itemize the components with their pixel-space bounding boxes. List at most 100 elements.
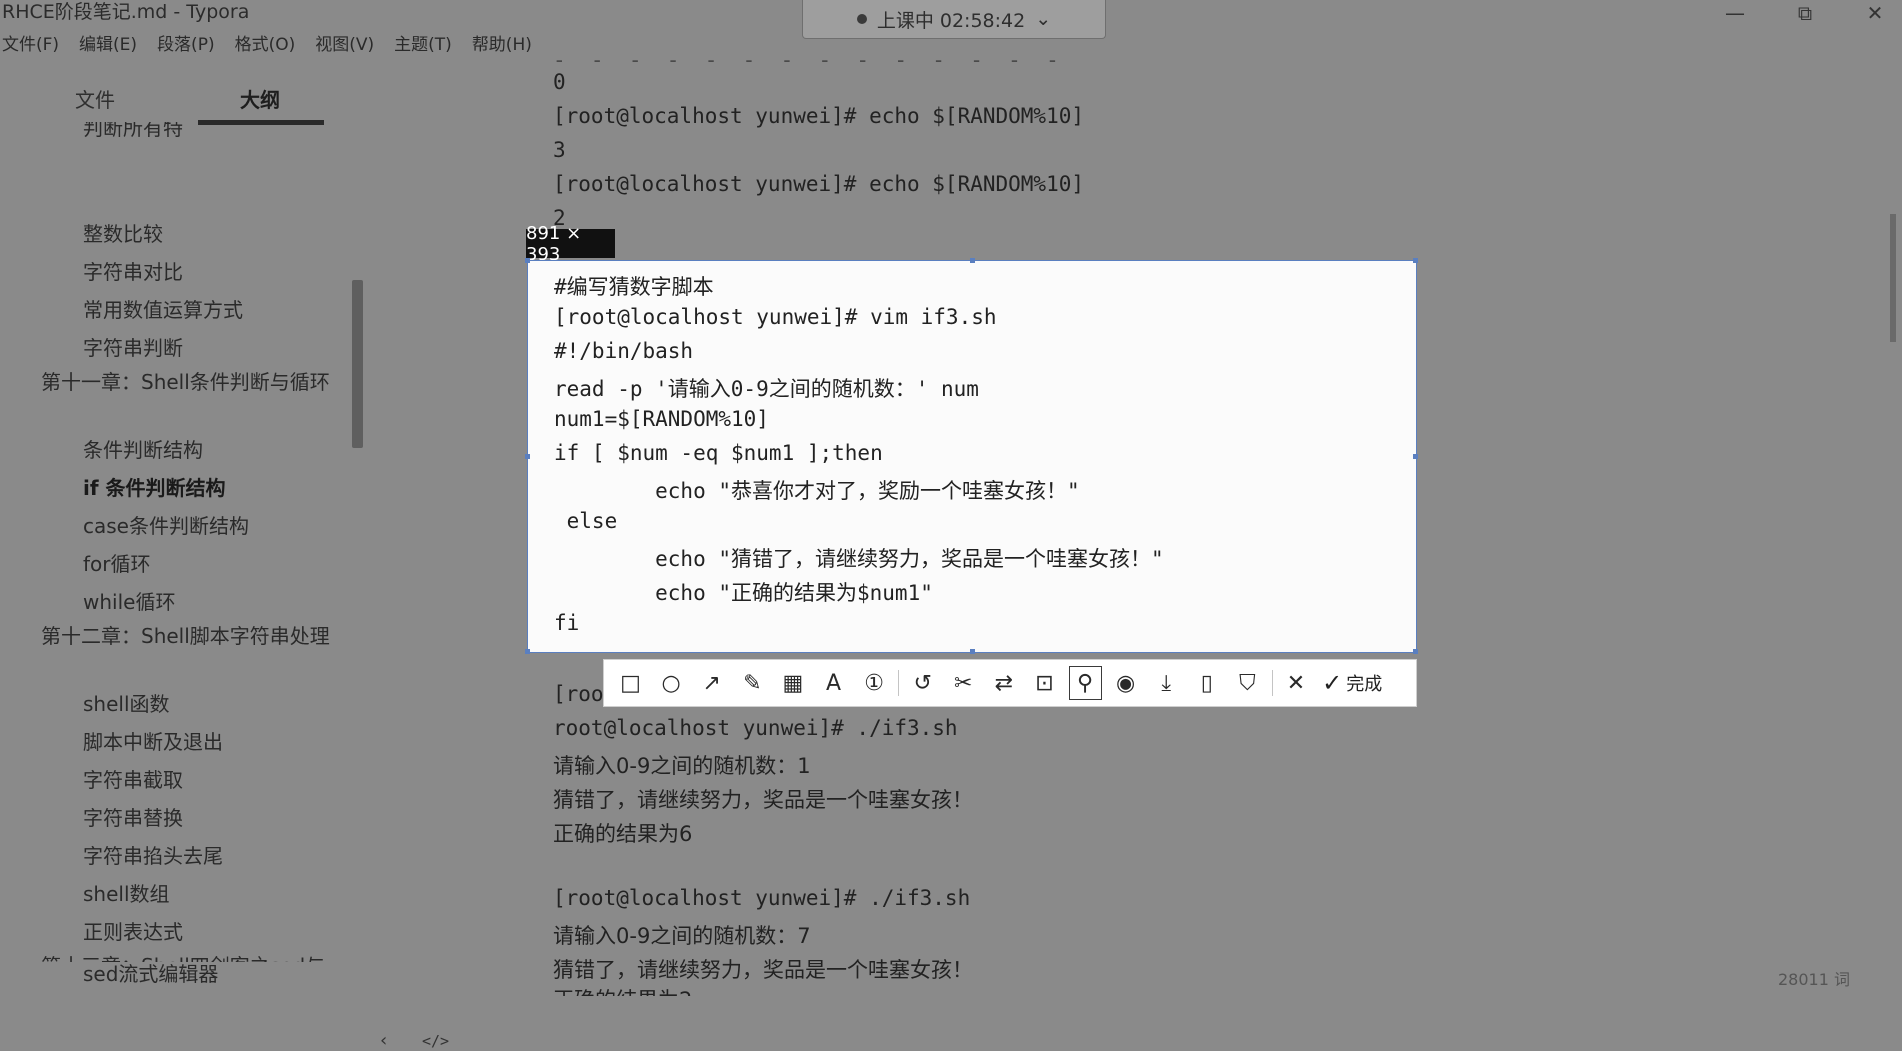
outline-item[interactable]: case条件判断结构 [83,510,249,539]
code-line: #!/bin/bash [554,339,694,363]
record-dot-icon [856,14,867,24]
outline-item[interactable]: shell数组 [83,878,170,907]
restore-button[interactable]: ⧉ [1780,0,1830,26]
outline-item[interactable]: 常用数值运算方式 [83,294,243,323]
code-line: 0 [553,70,566,94]
outline-item[interactable]: 判断所有特 [83,122,183,141]
pen-icon[interactable]: ✎ [736,666,769,700]
resize-handle[interactable] [1413,454,1418,459]
code-line: if [ $num -eq $num1 ];then [554,441,883,465]
resize-handle[interactable] [1413,258,1418,263]
resize-handle[interactable] [1413,649,1418,654]
capture-selection[interactable]: #编写猜数字脚本 [root@localhost yunwei]# vim if… [525,258,1418,654]
outline-item[interactable]: while循环 [83,586,175,615]
close-button[interactable]: ✕ [1850,0,1900,26]
cut-icon[interactable]: ✂ [947,666,980,700]
number-marker-icon[interactable]: ① [858,666,891,700]
done-label: 完成 [1346,674,1383,695]
done-button[interactable]: ✓ 完成 [1322,669,1382,697]
back-arrow-icon[interactable]: ‹ [380,1030,387,1051]
outline-item[interactable]: shell函数 [83,688,170,717]
code-line: echo "正确的结果为$num1" [554,581,933,605]
capture-toolbar: □ ○ ↗ ✎ ▦ A ① ↺ ✂ ⇄ ⊡ ⚲ ◉ ⤓ ▯ ⛉ ✕ ✓ 完成 [603,659,1417,707]
recording-indicator[interactable]: 上课中 02:58:42 ⌄ [802,0,1106,39]
outline-item[interactable]: for循环 [83,548,151,577]
code-line: read -p '请输入0-9之间的随机数：' num [554,377,979,401]
menu-edit[interactable]: 编辑(E) [79,30,137,60]
tab-files[interactable]: 文件 [75,84,115,113]
record-icon[interactable]: ◉ [1109,666,1142,700]
code-line: #编写猜数字脚本 [554,275,714,299]
code-line: [roo [553,682,604,706]
check-icon: ✓ [1322,669,1343,697]
pin-icon[interactable]: ⚲ [1068,666,1102,700]
outline-item[interactable]: 字符串判断 [83,332,183,361]
outline-item[interactable]: 条件判断结构 [83,434,203,463]
translate-icon[interactable]: ⇄ [987,666,1020,700]
output-line: 正确的结果为6 [553,822,693,846]
mosaic-icon[interactable]: ▦ [776,666,809,700]
outline-item[interactable]: 脚本中断及退出 [83,726,223,755]
code-line: [root@localhost yunwei]# vim if3.sh [554,305,997,329]
minimize-button[interactable]: — [1710,0,1760,26]
outline-chapter[interactable]: 第十二章：Shell脚本字符串处理 [41,624,331,649]
menu-view[interactable]: 视图(V) [315,30,374,60]
output-line: 请输入0-9之间的随机数：1 [553,754,811,778]
outline-list: 判断所有特 整数比较 字符串对比 常用数值运算方式 字符串判断 第十一章：She… [0,122,372,962]
code-line: - - - - - - - - - - - - - - [553,48,1059,72]
output-line: 请输入0-9之间的随机数：7 [553,924,811,948]
outline-item[interactable]: sed流式编辑器 [83,958,218,987]
code-line: else [554,509,618,533]
outline-item[interactable]: 正则表达式 [83,916,183,945]
code-line: [root@localhost yunwei]# echo $[RANDOM%1… [553,172,1085,196]
sidebar: 文件 大纲 判断所有特 整数比较 字符串对比 常用数值运算方式 字符串判断 第十… [0,62,449,1051]
resize-handle[interactable] [525,649,530,654]
recording-label: 上课中 02:58:42 [876,9,1026,32]
outline-item-active[interactable]: if 条件判断结构 [83,472,226,501]
menu-paragraph[interactable]: 段落(P) [157,30,215,60]
output-line: 猜错了，请继续努力，奖品是一个哇塞女孩！ [553,958,973,982]
phone-icon[interactable]: ▯ [1190,666,1223,700]
word-count[interactable]: 28011 词 [1778,966,1850,990]
tab-outline[interactable]: 大纲 [240,84,280,113]
cancel-icon[interactable]: ✕ [1280,666,1313,700]
menu-file[interactable]: 文件(F) [2,30,59,60]
outline-item[interactable]: 整数比较 [83,218,163,247]
outline-chapter[interactable]: 第十一章：Shell条件判断与循环 [41,370,331,395]
sidebar-scrollbar[interactable] [352,280,363,448]
download-icon[interactable]: ⤓ [1150,666,1183,700]
outline-item[interactable]: 字符串替换 [83,802,183,831]
window-title: RHCE阶段笔记.md - Typora [2,1,250,23]
rectangle-icon[interactable]: □ [614,666,647,700]
resize-handle[interactable] [525,454,530,459]
code-line: 3 [553,138,566,162]
code-line: [root@localhost yunwei]# ./if3.sh [553,886,971,910]
code-line: root@localhost yunwei]# ./if3.sh [553,716,958,740]
ocr-icon[interactable]: ⊡ [1028,666,1061,700]
menu-format[interactable]: 格式(O) [235,30,296,60]
bookmark-icon[interactable]: ⛉ [1231,666,1264,700]
code-line: echo "猜错了，请继续努力，奖品是一个哇塞女孩！" [554,547,1164,571]
source-code-icon[interactable]: </> [422,1032,449,1050]
toolbar-divider [898,670,900,696]
editor-scrollbar[interactable] [1890,214,1896,342]
resize-handle[interactable] [525,258,530,263]
ellipse-icon[interactable]: ○ [655,666,688,700]
chevron-down-icon: ⌄ [1035,8,1052,30]
sidebar-tabs: 文件 大纲 [0,62,372,125]
text-icon[interactable]: A [817,666,850,700]
code-line: echo "恭喜你才对了，奖励一个哇塞女孩！" [554,479,1080,503]
arrow-icon[interactable]: ↗ [695,666,728,700]
capture-size-label: 891 × 393 [526,223,615,265]
resize-handle[interactable] [970,258,975,263]
code-line: [root@localhost yunwei]# echo $[RANDOM%1… [553,104,1085,128]
output-line: 正确的结果为2 [553,984,692,996]
outline-item[interactable]: 字符串截取 [83,764,183,793]
toolbar-divider [1271,670,1273,696]
code-line: num1=$[RANDOM%10] [554,407,769,431]
output-line: 猜错了，请继续努力，奖品是一个哇塞女孩！ [553,788,973,812]
outline-item[interactable]: 字符串对比 [83,256,183,285]
resize-handle[interactable] [970,649,975,654]
undo-icon[interactable]: ↺ [906,666,939,700]
outline-item[interactable]: 字符串掐头去尾 [83,840,223,869]
